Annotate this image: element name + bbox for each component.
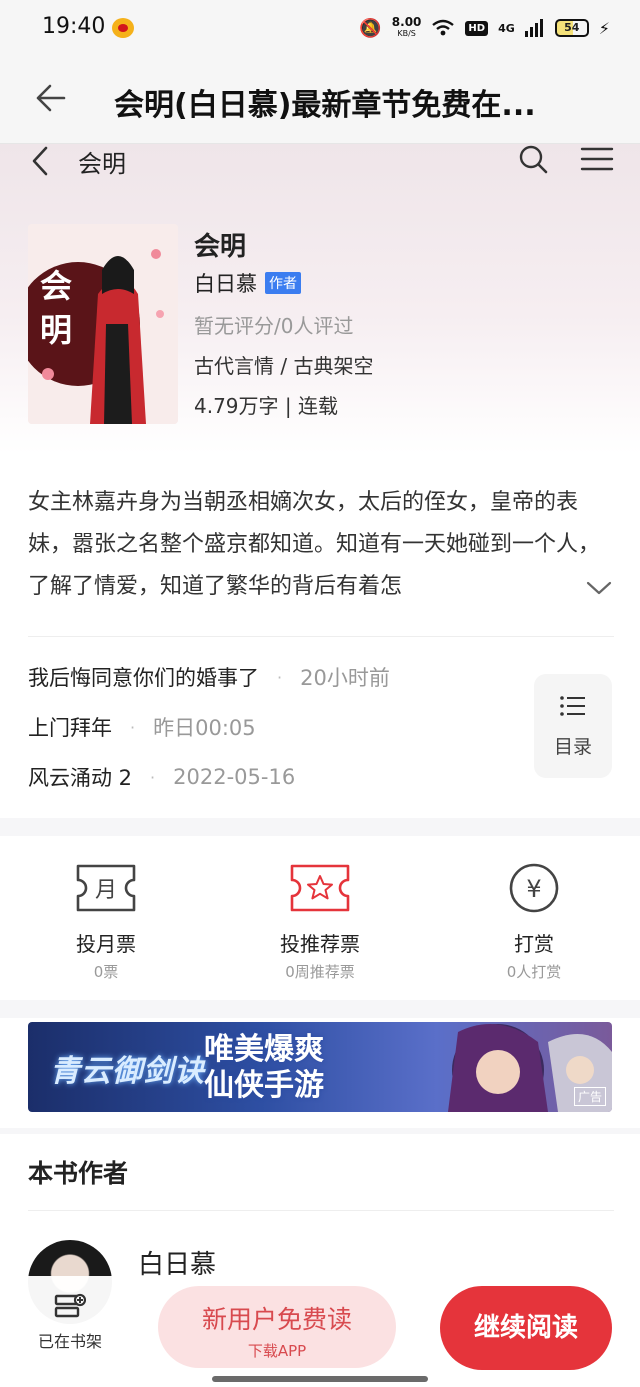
game-ad-banner[interactable]: 青云御剑诀 唯美爆爽 仙侠手游 广告 xyxy=(28,1022,612,1112)
book-name: 会明 xyxy=(194,232,247,262)
book-genre[interactable]: 古代言情 / 古典架空 xyxy=(194,350,373,379)
network-speed: 8.00 KB/S xyxy=(392,16,422,40)
list-icon xyxy=(560,696,585,716)
toc-label: 目录 xyxy=(553,736,592,758)
monthly-ticket-glyph: 月 xyxy=(95,878,117,903)
signal-icon xyxy=(524,19,543,37)
chevron-down-icon[interactable] xyxy=(586,580,612,596)
page-title: 会明(白日慕)最新章节免费在... xyxy=(114,88,536,123)
status-bar: 19:40 🔕 8.00 KB/S HD 4G 54 ⚡ xyxy=(0,0,640,56)
chapter-item[interactable]: 我后悔同意你们的婚事了 · 20小时前 xyxy=(28,662,390,692)
divider xyxy=(28,636,614,637)
bottom-bar: 已在书架 新用户免费读 下载APP 继续阅读 xyxy=(0,1276,640,1387)
status-icons: 🔕 8.00 KB/S HD 4G 54 ⚡ xyxy=(359,14,610,42)
site-back-icon[interactable] xyxy=(30,146,52,176)
wifi-icon xyxy=(432,19,455,36)
chapter-item[interactable]: 上门拜年 · 昨日00:05 xyxy=(28,712,256,742)
network-speed-unit: KB/S xyxy=(397,29,416,38)
network-speed-value: 8.00 xyxy=(391,15,422,29)
book-stats: 4.79万字 | 连载 xyxy=(194,394,338,418)
chapter-time: 昨日00:05 xyxy=(153,716,256,740)
bookshelf-button[interactable]: 已在书架 xyxy=(30,1292,110,1352)
chapter-title: 我后悔同意你们的婚事了 xyxy=(28,666,259,690)
separator-dot: · xyxy=(277,667,283,687)
charging-icon: ⚡ xyxy=(598,18,610,38)
section-separator xyxy=(0,1128,640,1134)
book-cover[interactable]: 会明 xyxy=(28,224,178,424)
yuan-coin-icon: ¥ xyxy=(509,863,559,913)
author-name[interactable]: 白日慕 xyxy=(194,268,257,298)
chapter-time: 20小时前 xyxy=(300,666,390,690)
download-app-label: 下载APP xyxy=(247,1342,307,1360)
menu-icon[interactable] xyxy=(580,146,614,172)
author-line[interactable]: 白日慕 作者 xyxy=(194,268,301,298)
home-indicator[interactable] xyxy=(212,1376,428,1382)
book-synopsis[interactable]: 女主林嘉卉身为当朝丞相嫡次女，太后的侄女，皇帝的表妹，嚣张之名整个盛京都知道。知… xyxy=(28,482,614,606)
banner-game-name: 青云御剑诀 xyxy=(50,1054,205,1089)
toc-button[interactable]: 目录 xyxy=(534,674,612,778)
chapter-item[interactable]: 风云涌动 2 · 2022-05-16 xyxy=(28,762,295,792)
book-rating: 暂无评分/0人评过 xyxy=(194,314,354,338)
network-type: 4G xyxy=(498,21,515,35)
divider xyxy=(28,1210,614,1211)
separator-dot: · xyxy=(130,717,136,737)
chapter-title: 上门拜年 xyxy=(28,716,112,740)
recommend-ticket-icon xyxy=(290,864,350,912)
back-arrow-icon[interactable] xyxy=(34,82,66,114)
book-hero: 会明 会明 会明 白日慕 作者 暂无评分/0人评过 古代言情 / 古典架空 4.… xyxy=(0,144,640,454)
action-label: 打赏 xyxy=(514,932,554,956)
recommend-ticket-button[interactable]: 投推荐票 0周推荐票 xyxy=(240,862,400,982)
weibo-icon xyxy=(112,18,134,38)
section-separator xyxy=(0,818,640,836)
status-time: 19:40 xyxy=(42,14,106,39)
chapter-title: 风云涌动 2 xyxy=(28,766,133,790)
action-label: 投月票 xyxy=(76,932,136,956)
bookshelf-icon xyxy=(54,1293,86,1318)
browser-header: 会明(白日慕)最新章节免费在... xyxy=(0,56,640,144)
search-icon[interactable] xyxy=(518,144,548,174)
mute-icon: 🔕 xyxy=(359,17,382,39)
hd-badge: HD xyxy=(465,20,489,36)
ad-tag: 广告 xyxy=(573,1087,606,1106)
action-label: 投推荐票 xyxy=(280,932,360,956)
chapter-time: 2022-05-16 xyxy=(173,765,296,789)
bookshelf-label: 已在书架 xyxy=(37,1332,102,1351)
action-count: 0人打赏 xyxy=(506,963,562,981)
action-count: 0票 xyxy=(93,963,119,981)
banner-slogan-line: 唯美爆爽 xyxy=(204,1032,324,1067)
banner-slogan: 唯美爆爽 仙侠手游 xyxy=(204,1032,324,1104)
site-title: 会明 xyxy=(78,150,126,178)
author-badge: 作者 xyxy=(265,272,301,294)
action-count: 0周推荐票 xyxy=(285,963,355,981)
yuan-glyph: ¥ xyxy=(526,875,541,903)
monthly-ticket-icon: 月 xyxy=(76,864,136,912)
battery-indicator: 54 xyxy=(554,19,589,37)
banner-slogan-line: 仙侠手游 xyxy=(204,1068,324,1103)
section-title: 本书作者 xyxy=(28,1159,129,1188)
section-separator xyxy=(0,1000,640,1018)
separator-dot: · xyxy=(150,767,156,787)
free-read-button[interactable]: 新用户免费读 下载APP xyxy=(158,1286,396,1368)
free-read-label: 新用户免费读 xyxy=(201,1305,352,1334)
tip-button[interactable]: ¥ 打赏 0人打赏 xyxy=(454,862,614,982)
continue-reading-button[interactable]: 继续阅读 xyxy=(440,1286,612,1370)
monthly-ticket-button[interactable]: 月 投月票 0票 xyxy=(26,862,186,982)
cover-title: 会明 xyxy=(40,267,73,349)
